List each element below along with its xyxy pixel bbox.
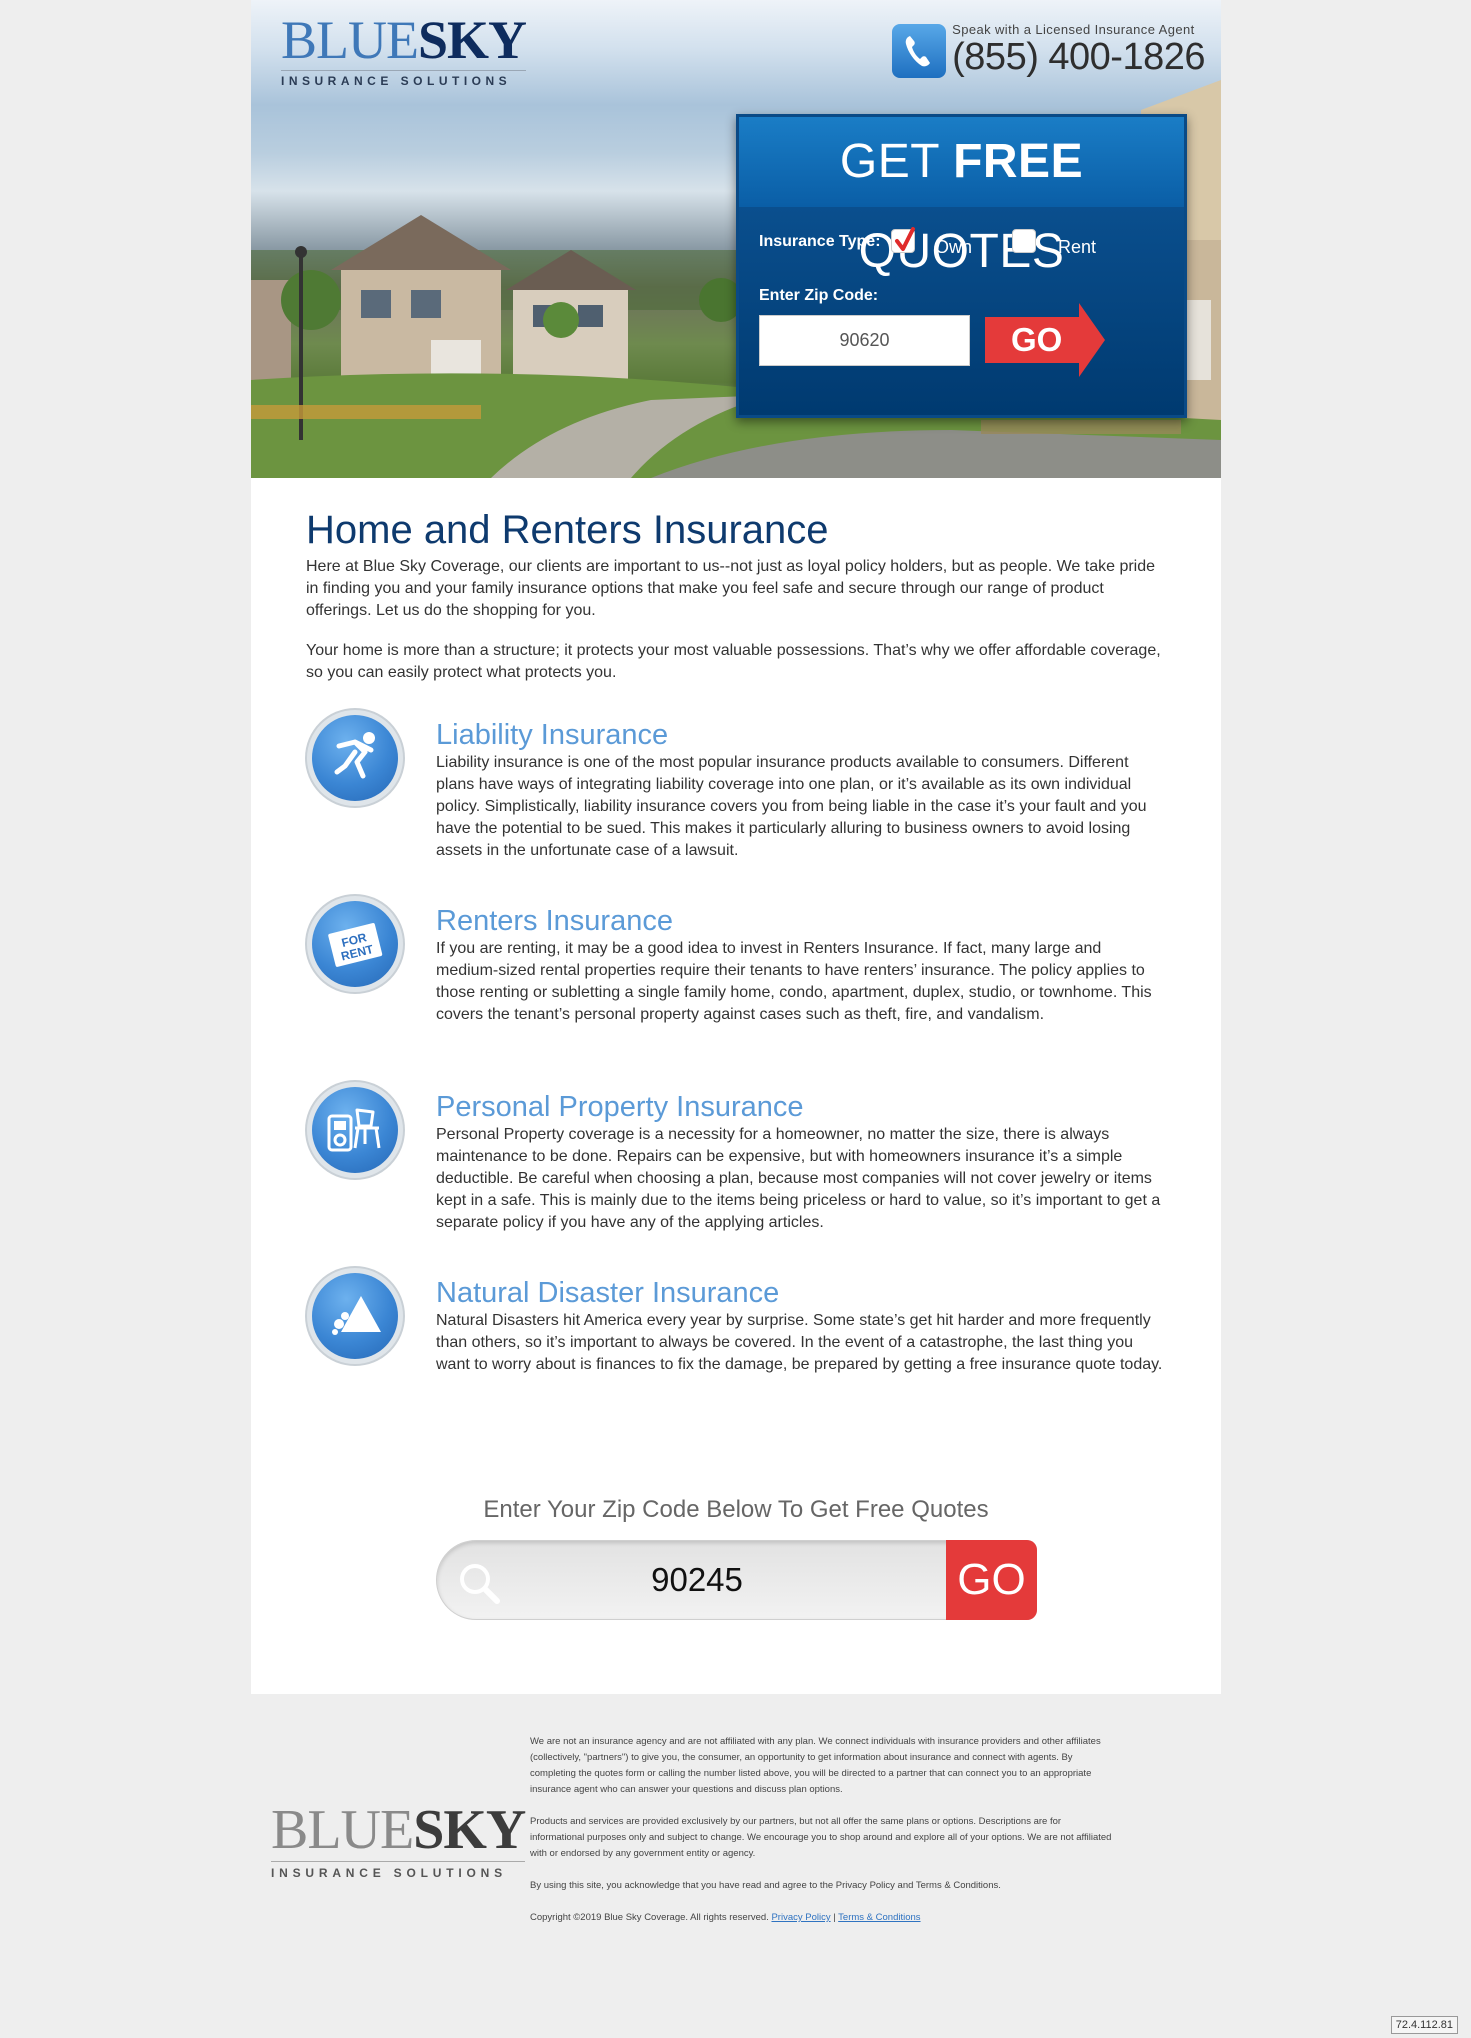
brand-name-part1: BLUE bbox=[281, 10, 419, 70]
intro-paragraph: Here at Blue Sky Coverage, our clients a… bbox=[306, 558, 1156, 619]
footer-brand-name-part2: SKY bbox=[413, 1799, 526, 1861]
service-description: If you are renting, it may be a good ide… bbox=[436, 940, 1152, 1023]
rockslide-warning-icon bbox=[307, 1268, 403, 1364]
link-separator: | bbox=[833, 1912, 836, 1923]
intro-paragraph: Your home is more than a structure; it p… bbox=[306, 642, 1161, 681]
intro-text: Here at Blue Sky Coverage, our clients a… bbox=[306, 556, 1166, 684]
service-description: Natural Disasters hit America every year… bbox=[436, 1312, 1163, 1373]
own-checkbox[interactable] bbox=[891, 227, 915, 253]
brand-tagline: INSURANCE SOLUTIONS bbox=[281, 70, 527, 88]
service-description: Liability insurance is one of the most p… bbox=[436, 754, 1147, 859]
footer-paragraph: Products and services are provided exclu… bbox=[530, 1816, 1112, 1859]
phone-contact[interactable]: Speak with a Licensed Insurance Agent (8… bbox=[892, 22, 1205, 78]
brand-logo[interactable]: BLUESKY INSURANCE SOLUTIONS bbox=[281, 10, 527, 88]
service-description: Personal Property coverage is a necessit… bbox=[436, 1126, 1161, 1231]
footer-brand-tagline: INSURANCE SOLUTIONS bbox=[271, 1861, 526, 1880]
service-title: Liability Insurance bbox=[436, 719, 669, 751]
phone-label: Speak with a Licensed Insurance Agent bbox=[952, 22, 1195, 37]
service-title: Natural Disaster Insurance bbox=[436, 1277, 780, 1309]
main-content: Home and Renters Insurance Here at Blue … bbox=[306, 508, 1166, 684]
privacy-policy-link[interactable]: Privacy Policy bbox=[771, 1912, 830, 1923]
brand-name-part2: SKY bbox=[418, 10, 527, 70]
falling-person-icon bbox=[307, 710, 403, 806]
zip-search-go-button[interactable]: GO bbox=[946, 1540, 1037, 1620]
ipod-and-chair-icon bbox=[307, 1082, 403, 1178]
zip-search-bar[interactable]: 90245 GO bbox=[436, 1540, 1037, 1620]
footer-paragraph: By using this site, you acknowledge that… bbox=[530, 1880, 1001, 1891]
rent-option-label[interactable]: Rent bbox=[1058, 237, 1096, 258]
phone-icon[interactable] bbox=[892, 24, 947, 78]
insurance-type-label: Insurance Type: bbox=[759, 233, 881, 250]
quote-form: GET FREE QUOTES Insurance Type: Own Rent… bbox=[736, 114, 1187, 418]
footer-disclaimer: We are not an insurance agency and are n… bbox=[530, 1734, 1112, 1942]
page-container: BLUESKY INSURANCE SOLUTIONS Speak with a… bbox=[251, 0, 1221, 1694]
go-button-label: GO bbox=[1011, 321, 1063, 358]
zip-code-input[interactable] bbox=[759, 315, 970, 366]
hero-banner: BLUESKY INSURANCE SOLUTIONS Speak with a… bbox=[251, 0, 1221, 478]
search-icon bbox=[460, 1564, 500, 1604]
quote-form-title: GET FREE QUOTES bbox=[739, 117, 1184, 278]
zip-search-input[interactable]: 90245 bbox=[497, 1561, 897, 1599]
phone-number[interactable]: (855) 400-1826 bbox=[952, 37, 1205, 77]
service-title: Personal Property Insurance bbox=[436, 1091, 804, 1123]
ip-address-badge: 72.4.112.81 bbox=[1390, 2016, 1458, 2034]
page-title: Home and Renters Insurance bbox=[306, 508, 829, 552]
copyright-text: Copyright ©2019 Blue Sky Coverage. All r… bbox=[530, 1912, 769, 1923]
footer-logo[interactable]: BLUESKY INSURANCE SOLUTIONS bbox=[271, 1799, 526, 1880]
terms-conditions-link[interactable]: Terms & Conditions bbox=[838, 1912, 920, 1923]
go-button[interactable]: GO bbox=[985, 303, 1109, 377]
footer-brand-name-part1: BLUE bbox=[271, 1799, 414, 1861]
for-rent-sign-icon: FOR RENT bbox=[307, 896, 403, 992]
footer-copyright-line: Copyright ©2019 Blue Sky Coverage. All r… bbox=[530, 1910, 1112, 1926]
service-title: Renters Insurance bbox=[436, 905, 673, 937]
footer-paragraph: We are not an insurance agency and are n… bbox=[530, 1736, 1101, 1795]
zip-cta-title: Enter Your Zip Code Below To Get Free Qu… bbox=[483, 1496, 989, 1523]
own-option-label[interactable]: Own bbox=[935, 237, 972, 258]
rent-checkbox[interactable] bbox=[1012, 229, 1036, 253]
